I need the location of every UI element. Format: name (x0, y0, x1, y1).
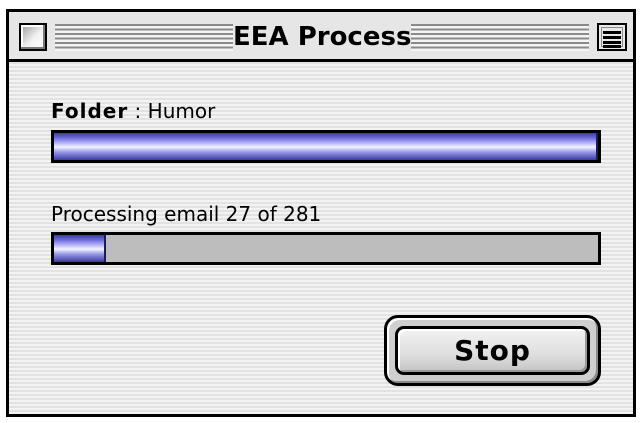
folder-progress-fill (54, 133, 598, 160)
stop-button[interactable]: Stop (395, 326, 590, 375)
folder-progress-bar (51, 130, 601, 163)
folder-line: Folder : Humor (51, 99, 215, 123)
stop-button-frame: Stop (384, 315, 601, 386)
folder-separator: : (128, 99, 148, 123)
email-progress-fill (54, 235, 107, 262)
collapse-box-icon[interactable] (597, 23, 627, 51)
title-stripes-left (55, 24, 233, 51)
progress-window: EEA Process Folder : Humor Processing em… (6, 9, 636, 417)
folder-label: Folder (51, 99, 129, 123)
close-box-icon[interactable] (19, 23, 47, 51)
folder-name: Humor (147, 99, 216, 123)
window-title: EEA Process (233, 22, 412, 52)
window-content: Folder : Humor Processing email 27 of 28… (9, 62, 633, 414)
email-progress-bar (51, 232, 601, 265)
status-text: Processing email 27 of 281 (51, 202, 322, 226)
title-bar[interactable]: EEA Process (9, 12, 633, 62)
title-stripes-right (411, 24, 589, 51)
